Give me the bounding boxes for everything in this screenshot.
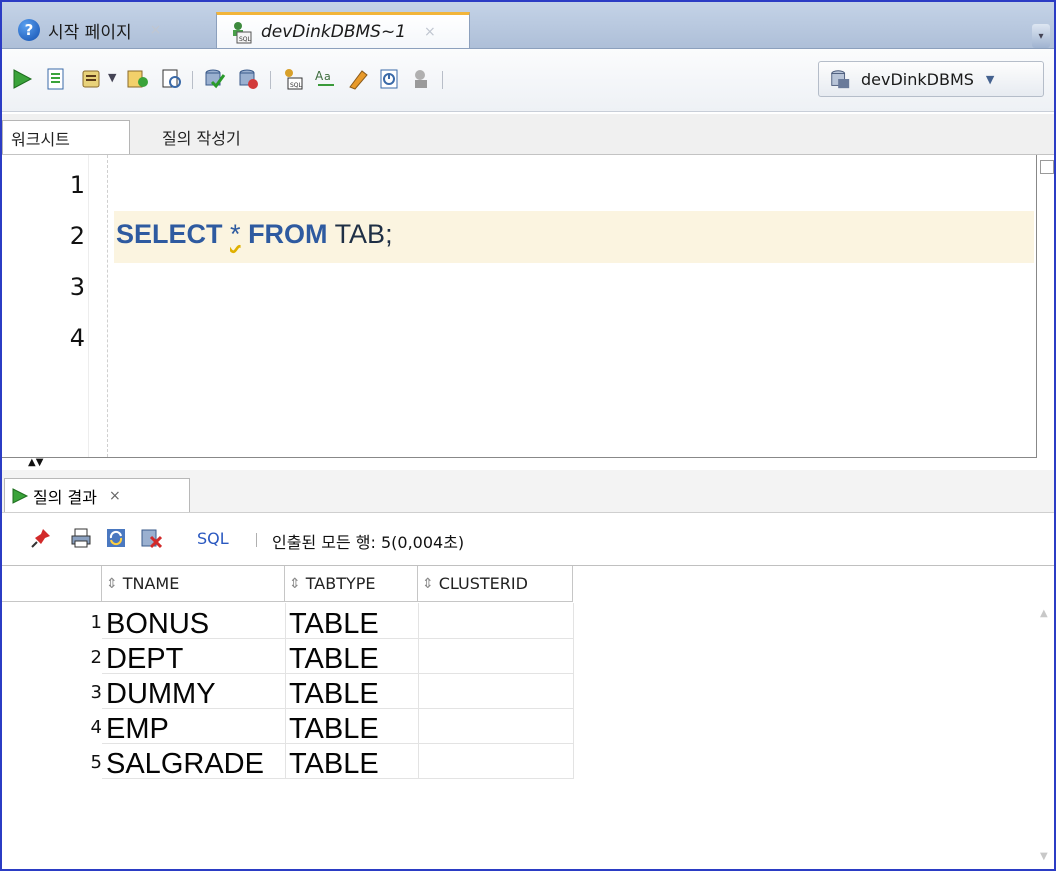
tab-label: 시작 페이지	[48, 22, 132, 43]
column-header-label: TNAME	[122, 574, 180, 593]
scroll-down-icon[interactable]: ▼	[1040, 851, 1048, 862]
rollback-icon[interactable]	[236, 67, 260, 91]
svg-text:SQL: SQL	[290, 82, 303, 89]
row-number: 1	[90, 612, 102, 633]
scroll-up-icon[interactable]: ▲	[1040, 608, 1048, 619]
sql-keyword: FROM	[248, 219, 328, 249]
line-number: 2	[69, 222, 85, 250]
column-header-clusterid[interactable]: ⇕ CLUSTERID	[418, 566, 573, 602]
column-divider	[285, 603, 286, 778]
fetch-status-text: 인출된 모든 행: 5(0,004초)	[272, 533, 465, 552]
results-toolbar: SQL 인출된 모든 행: 5(0,004초)	[2, 513, 1054, 565]
row-number: 5	[90, 752, 102, 773]
sort-icon[interactable]: ⇕	[289, 576, 301, 592]
result-grid: ⇕ TNAME ⇕ TABTYPE ⇕ CLUSTERID 1 BONUS TA…	[2, 565, 1054, 869]
cell-tabtype[interactable]: TABLE	[289, 745, 379, 783]
sql-worksheet-icon: SQL	[233, 21, 252, 43]
cancel-query-icon[interactable]	[140, 527, 162, 549]
sql-developer-window: ? 시작 페이지 × SQL devDinkDBMS~1 × ▾ ▼ SQL A…	[0, 0, 1056, 871]
column-divider	[418, 603, 419, 778]
cell-tname[interactable]: SALGRADE	[106, 745, 264, 783]
dba-tools-icon[interactable]	[410, 67, 434, 91]
gutter-divider	[107, 155, 108, 457]
svg-text:SQL: SQL	[239, 36, 252, 43]
run-statement-icon[interactable]	[10, 67, 34, 91]
database-connection-icon	[831, 70, 850, 89]
help-icon: ?	[18, 19, 40, 41]
line-number: 1	[69, 171, 85, 199]
close-tab-icon[interactable]: ×	[109, 488, 121, 504]
print-icon[interactable]	[70, 527, 92, 549]
tab-list-dropdown-icon[interactable]: ▾	[1032, 24, 1050, 48]
run-script-icon[interactable]	[44, 67, 68, 91]
sql-wildcard: *	[230, 219, 241, 249]
toolbar-separator	[192, 71, 193, 89]
document-tab-bar: ? 시작 페이지 × SQL devDinkDBMS~1 × ▾	[2, 2, 1054, 49]
sql-link[interactable]: SQL	[197, 529, 229, 548]
sql-keyword: SELECT	[116, 219, 223, 249]
row-number: 4	[90, 717, 102, 738]
tab-query-result[interactable]: 질의 결과 ×	[4, 478, 190, 512]
to-upper-lower-case-icon[interactable]: A a	[314, 67, 338, 91]
chevron-down-icon[interactable]: ▼	[108, 71, 116, 84]
commit-icon[interactable]	[202, 67, 226, 91]
column-header-tname[interactable]: ⇕ TNAME	[102, 566, 285, 602]
close-tab-icon[interactable]: ×	[424, 24, 436, 40]
splitter-arrows-icon[interactable]: ▲▼	[28, 457, 43, 468]
clear-icon[interactable]	[346, 67, 370, 91]
toolbar-separator	[442, 71, 443, 89]
row-number: 3	[90, 682, 102, 703]
sql-history-icon[interactable]	[378, 67, 402, 91]
sort-icon[interactable]: ⇕	[106, 576, 118, 592]
tab-query-builder[interactable]: 질의 작성기	[154, 120, 249, 154]
line-number: 3	[69, 273, 85, 301]
tab-start-page[interactable]: ? 시작 페이지 ×	[10, 12, 215, 48]
tab-worksheet[interactable]: 워크시트	[2, 120, 130, 154]
svg-text:a: a	[324, 70, 331, 83]
tab-devdinkdbms-worksheet[interactable]: SQL devDinkDBMS~1 ×	[216, 12, 470, 48]
sql-table-name: TAB;	[334, 219, 393, 249]
sql-code-line[interactable]: SELECT * FROM TAB;	[116, 219, 393, 250]
row-header-corner	[2, 566, 102, 602]
connection-name: devDinkDBMS	[861, 69, 974, 89]
close-tab-icon[interactable]: ×	[150, 22, 162, 38]
toolbar-separator	[270, 71, 271, 89]
unshared-worksheet-icon[interactable]: SQL	[280, 67, 304, 91]
connection-select[interactable]: devDinkDBMS ▼	[818, 61, 1044, 97]
sort-icon[interactable]: ⇕	[422, 576, 434, 592]
svg-text:A: A	[315, 69, 324, 83]
query-result-icon	[12, 487, 29, 504]
line-number: 4	[69, 324, 85, 352]
results-tab-bar: 질의 결과 ×	[2, 470, 1054, 513]
autotrace-icon[interactable]	[80, 67, 104, 91]
sql-editor[interactable]: 1 2 3 4 SELECT * FROM TAB;	[2, 155, 1037, 458]
column-header-label: TABTYPE	[305, 574, 376, 593]
explain-plan-icon[interactable]	[126, 67, 150, 91]
refresh-icon[interactable]	[105, 527, 127, 549]
tab-label: 질의 결과	[33, 487, 97, 507]
editor-corner-checkbox[interactable]	[1040, 160, 1054, 174]
editor-mode-tabs: 워크시트 질의 작성기	[2, 114, 1054, 155]
column-header-tabtype[interactable]: ⇕ TABTYPE	[285, 566, 418, 602]
tab-label: devDinkDBMS~1	[261, 21, 407, 42]
chevron-down-icon: ▼	[985, 72, 995, 86]
pin-icon[interactable]	[30, 527, 52, 549]
sql-tuning-icon[interactable]	[160, 67, 184, 91]
vertical-scrollbar[interactable]: ▲ ▼	[1036, 602, 1054, 868]
toolbar-separator	[256, 533, 257, 547]
worksheet-toolbar: ▼ SQL A a devDinkDBMS ▼	[2, 49, 1054, 112]
gutter-divider	[88, 155, 89, 457]
row-number: 2	[90, 647, 102, 668]
column-header-label: CLUSTERID	[438, 574, 528, 593]
